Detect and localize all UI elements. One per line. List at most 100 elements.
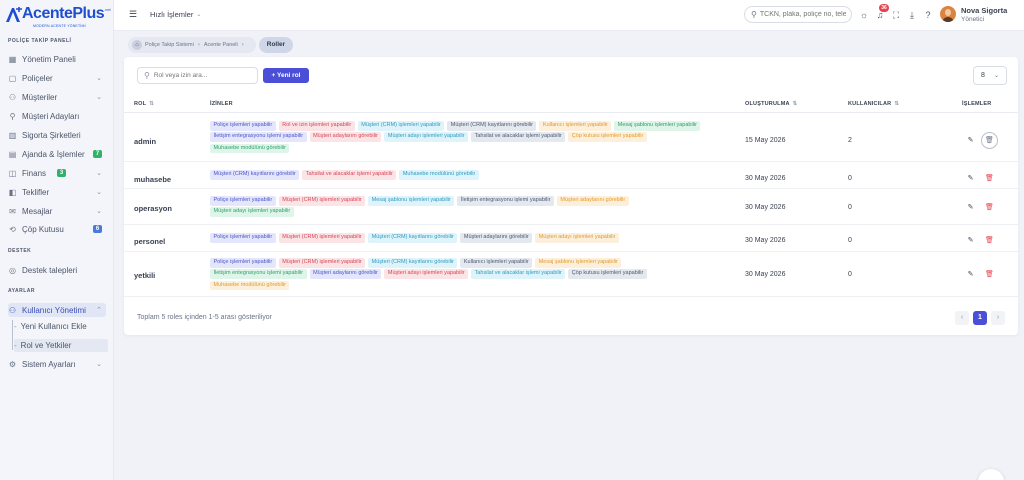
user-count: 0 xyxy=(848,204,852,211)
permission-tag: Müşteri (CRM) kayıtlarını görebilir xyxy=(368,233,458,243)
delete-icon[interactable]: 🗑 xyxy=(983,268,996,281)
permission-tag: Kullanıcı işlemleri yapabilir xyxy=(539,121,612,131)
permission-tag: Müşteri (CRM) kayıtlarını görebilir xyxy=(210,170,300,180)
permission-tags: Müşteri (CRM) kayıtlarını görebilir Tahsi… xyxy=(210,170,715,181)
column-label: ROL xyxy=(134,101,147,107)
role-search-input[interactable] xyxy=(153,72,254,79)
sidebar-subitem-roles[interactable]: - Rol ve Yetkiler xyxy=(14,339,108,352)
logo[interactable]: AcentePlus .net MODERN ACENTE YÖNETİMİ xyxy=(5,5,111,28)
sidebar-item-system-settings[interactable]: ⚙ Sistem Ayarları ⌄ xyxy=(8,357,106,371)
column-label: KULLANICILAR xyxy=(848,101,892,107)
sort-icon: ⇅ xyxy=(894,101,900,107)
permission-tag: Rol ve izin işlemleri yapabilir xyxy=(278,121,355,131)
sidebar-item-messages[interactable]: ✉ Mesajlar ⌄ xyxy=(8,204,106,218)
notification-badge: 36 xyxy=(879,4,889,12)
chevron-down-icon: ⌄ xyxy=(96,208,102,215)
permission-tag: Müşteri (CRM) işlemleri yapabilir xyxy=(278,258,366,268)
role-name: muhasebe xyxy=(134,175,172,184)
delete-icon[interactable]: 🗑 xyxy=(983,172,996,185)
permission-tag: Müşteri adayı işlemleri yapabilir xyxy=(384,269,469,279)
sidebar-item-agenda[interactable]: ▤ Ajanda & İşlemler 7 xyxy=(8,147,106,161)
permission-tag: Müşteri adaylarını görebilir xyxy=(556,196,629,206)
new-role-button[interactable]: + Yeni rol xyxy=(263,68,309,83)
users-icon: ⚇ xyxy=(8,92,17,102)
help-icon[interactable]: ? xyxy=(923,10,933,20)
sidebar-item-leads[interactable]: ⚲ Müşteri Adayları xyxy=(8,109,106,123)
column-created[interactable]: OLUŞTURULMA ⇅ xyxy=(745,101,797,107)
sidebar-item-offers[interactable]: ◧ Teklifler ⌄ xyxy=(8,185,106,199)
column-permissions: İZİNLER xyxy=(210,101,233,107)
grid-icon: ▦ xyxy=(8,54,17,64)
sidebar-item-label: Teklifler xyxy=(22,187,50,197)
delete-icon[interactable]: 🗑 xyxy=(983,201,996,214)
column-users[interactable]: KULLANICILAR ⇅ xyxy=(848,101,899,107)
bullet-icon: - xyxy=(14,322,17,331)
permission-tag: Müşteri adayı işlemleri yapabilir xyxy=(535,233,619,243)
delete-icon[interactable]: 🗑 xyxy=(983,234,996,247)
edit-icon[interactable]: ✎ xyxy=(964,201,977,214)
permission-tag: Müşteri adayı işlemleri yapabilir xyxy=(384,132,469,142)
sidebar-item-insurers[interactable]: ▥ Sigorta Şirketleri xyxy=(8,128,106,142)
role-search[interactable]: ⚲ xyxy=(137,67,258,84)
search-icon: ⚲ xyxy=(751,10,757,19)
next-page-button[interactable]: › xyxy=(991,311,1005,325)
breadcrumb-item-home[interactable]: ⌂ Poliçe Takip Sistemi › Acente Paneli › xyxy=(128,36,256,53)
sun-icon[interactable]: ☼ xyxy=(859,10,869,20)
table-row: admin Poliçe işlemleri yapabilir Rol ve iz… xyxy=(124,114,1018,162)
sidebar-item-label: Müşteri Adayları xyxy=(22,111,80,121)
user-role: Yönetici xyxy=(961,16,985,23)
sidebar-subitem-new-user[interactable]: - Yeni Kullanıcı Ekle xyxy=(14,320,108,333)
global-search[interactable]: ⚲ xyxy=(744,6,852,23)
home-icon: ⌂ xyxy=(132,39,142,50)
permission-tag: Mesaj şablonu işlemleri yapabilir xyxy=(535,258,622,268)
sort-icon: ⇅ xyxy=(792,101,798,107)
menu-icon[interactable]: ☰ xyxy=(129,10,138,19)
sidebar-item-label: Müşteriler xyxy=(22,92,58,102)
edit-icon[interactable]: ✎ xyxy=(964,134,977,147)
document-icon: ▢ xyxy=(8,73,17,83)
permission-tag: Çöp kutusu işlemleri yapabilir xyxy=(568,269,647,279)
sidebar-item-user-management[interactable]: ⚇ Kullanıcı Yönetimi ⌃ xyxy=(8,303,106,317)
edit-icon[interactable]: ✎ xyxy=(964,234,977,247)
quick-actions-label: Hızlı İşlemler xyxy=(150,10,194,19)
permission-tag: Poliçe işlemleri yapabilir xyxy=(210,196,276,206)
fullscreen-icon[interactable]: ⛶ xyxy=(891,10,901,20)
global-search-input[interactable] xyxy=(759,11,846,18)
floating-button[interactable] xyxy=(978,469,1004,480)
delete-icon[interactable]: 🗑 xyxy=(981,132,998,149)
sidebar-item-label: Destek talepleri xyxy=(22,265,78,275)
edit-icon[interactable]: ✎ xyxy=(964,172,977,185)
sidebar-item-label: Mesajlar xyxy=(22,206,53,216)
count-badge: 6 xyxy=(93,225,102,233)
role-name: operasyon xyxy=(134,204,172,213)
sidebar-item-customers[interactable]: ⚇ Müşteriler ⌄ xyxy=(8,90,106,104)
permission-tag: Müşteri adaylarını görebilir xyxy=(309,132,382,142)
section-settings: AYARLAR xyxy=(8,288,36,294)
brand-name: AcentePlus xyxy=(22,5,105,22)
sidebar-item-support[interactable]: ◎ Destek talepleri xyxy=(8,263,106,277)
permission-tag: Poliçe işlemleri yapabilir xyxy=(210,258,276,268)
sidebar-item-finance[interactable]: ◫ Finans 3 ⌄ xyxy=(8,166,106,180)
permission-tag: Tahsilat ve alacaklar işlemi yapabilir xyxy=(471,269,566,279)
column-role[interactable]: ROL ⇅ xyxy=(134,101,154,107)
permission-tag: Müşteri (CRM) işlemleri yapabilir xyxy=(278,233,366,243)
sidebar-item-trash[interactable]: ⟲ Çöp Kutusu 6 xyxy=(8,222,106,236)
breadcrumb-item-panel[interactable]: Acente Paneli xyxy=(204,42,238,48)
permission-tag: Müşteri adayı işlemleri yapabilir xyxy=(210,207,294,217)
permission-tags: Poliçe işlemleri yapabilir Müşteri (CRM) … xyxy=(210,233,715,244)
per-page-select[interactable]: 8 ⌄ xyxy=(973,66,1007,85)
sidebar-item-dashboard[interactable]: ▦ Yönetim Paneli xyxy=(8,52,106,66)
user-count: 2 xyxy=(848,137,852,144)
edit-icon[interactable]: ✎ xyxy=(964,268,977,281)
permission-tag: Poliçe işlemleri yapabilir xyxy=(210,233,276,243)
quick-actions-dropdown[interactable]: Hızlı İşlemler ⌄ xyxy=(150,10,201,19)
prev-page-button[interactable]: ‹ xyxy=(955,311,969,325)
avatar[interactable] xyxy=(940,6,956,22)
logo-icon xyxy=(6,7,22,22)
sidebar-item-policies[interactable]: ▢ Poliçeler ⌄ xyxy=(8,71,106,85)
gear-icon: ⚙ xyxy=(8,359,17,369)
page-button[interactable]: 1 xyxy=(973,311,987,325)
user-name[interactable]: Nova Sigorta xyxy=(961,6,1007,15)
download-icon[interactable]: ⤓ xyxy=(907,10,917,20)
permission-tag: Mesaj şablonu işlemleri yapabilir xyxy=(614,121,701,131)
